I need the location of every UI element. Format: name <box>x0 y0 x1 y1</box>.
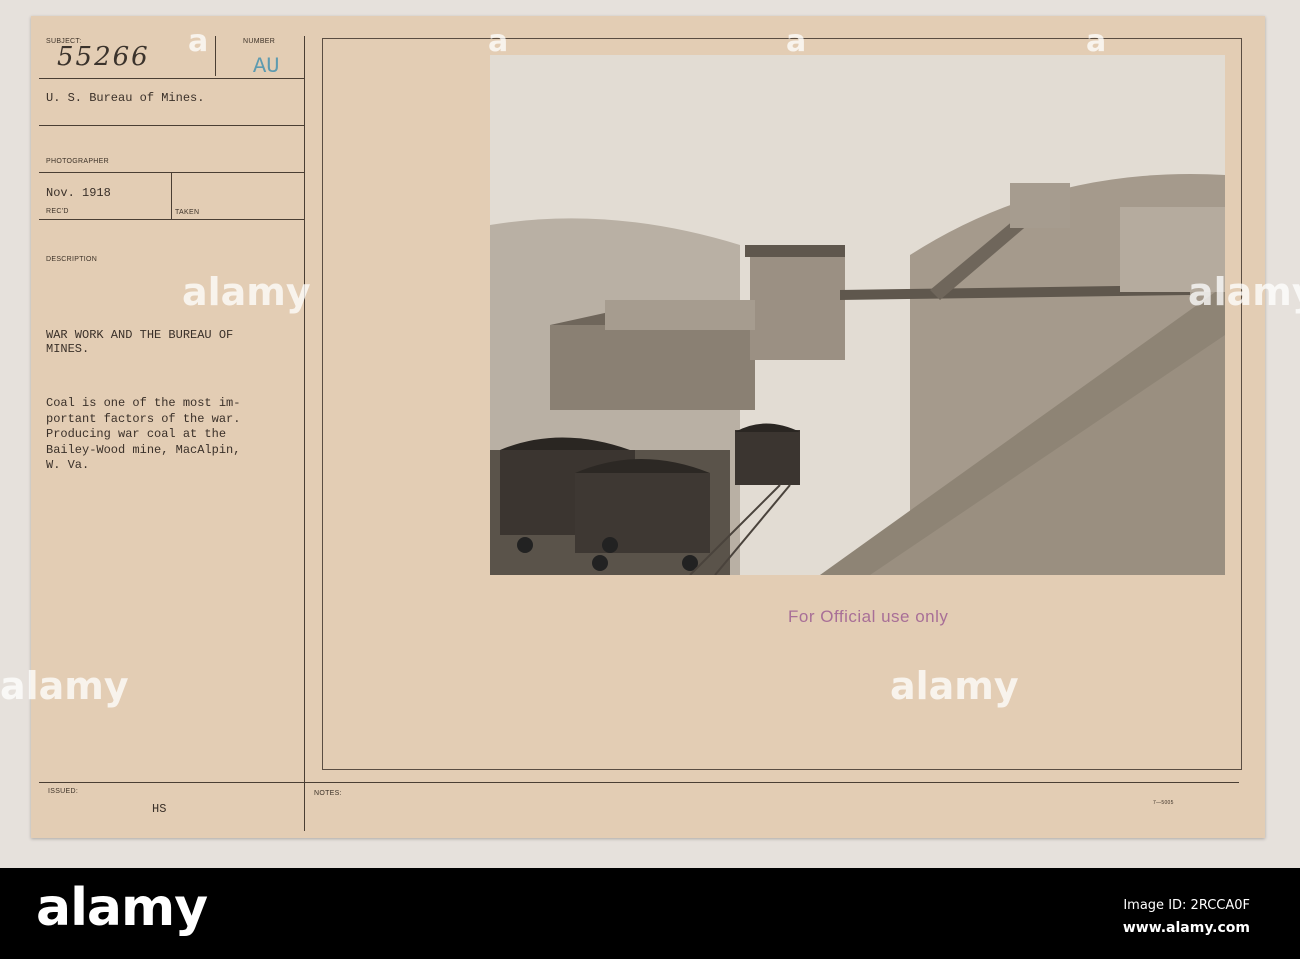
divider <box>39 219 305 220</box>
description-line: Coal is one of the most im- <box>46 396 241 410</box>
notes-label: NOTES: <box>314 790 342 797</box>
coal-mine-photo <box>490 55 1225 575</box>
divider <box>215 36 216 76</box>
watermark-logo: alamy <box>1188 270 1300 314</box>
watermark-logo: alamy <box>0 664 129 708</box>
divider <box>39 78 305 79</box>
issued-label: ISSUED: <box>48 788 79 795</box>
stock-banner: alamy Image ID: 2RCCA0F www.alamy.com <box>0 868 1300 959</box>
number-stamp: AU <box>253 54 280 79</box>
divider <box>39 172 305 173</box>
watermark-letter: a <box>1086 24 1107 59</box>
alamy-logo: alamy <box>36 878 208 938</box>
photographer-label: PHOTOGRAPHER <box>46 158 109 165</box>
form-number: 7—5005 <box>1153 800 1174 806</box>
description-line: portant factors of the war. <box>46 411 241 426</box>
watermark-logo: alamy <box>890 664 1019 708</box>
agency-text: U. S. Bureau of Mines. <box>46 91 205 105</box>
issued-value: HS <box>152 802 167 816</box>
image-id: Image ID: 2RCCA0F <box>1123 898 1250 913</box>
description-label: DESCRIPTION <box>46 256 98 263</box>
watermark-letter: a <box>488 24 509 59</box>
received-date: Nov. 1918 <box>46 186 111 200</box>
description-line: Producing war coal at the <box>46 427 227 441</box>
watermark-letter: a <box>786 24 807 59</box>
description-title: WAR WORK AND THE BUREAU OF MINES. <box>46 328 233 356</box>
number-label: NUMBER <box>243 38 276 45</box>
subject-number: 55266 <box>57 42 150 72</box>
watermark-logo: alamy <box>182 270 311 314</box>
description-body: Coal is one of the most im- portant fact… <box>46 396 240 474</box>
archive-card: SUBJECT: 55266 NUMBER AU U. S. Bureau of… <box>31 16 1265 838</box>
title-line: MINES. <box>46 342 90 356</box>
title-line: WAR WORK AND THE BUREAU OF <box>46 328 234 342</box>
divider <box>304 36 305 831</box>
coal-mine-tipple-image <box>490 55 1225 575</box>
description-line: Bailey-Wood mine, MacAlpin, <box>46 442 241 457</box>
site-url[interactable]: www.alamy.com <box>1123 920 1250 936</box>
taken-label: TAKEN <box>175 209 200 216</box>
divider <box>39 125 305 126</box>
divider <box>171 172 172 219</box>
watermark-letter: a <box>188 24 209 59</box>
description-line: W. Va. <box>46 458 90 472</box>
official-use-stamp: For Official use only <box>788 607 949 626</box>
recd-label: REC'D <box>46 208 69 215</box>
divider <box>39 782 1239 783</box>
